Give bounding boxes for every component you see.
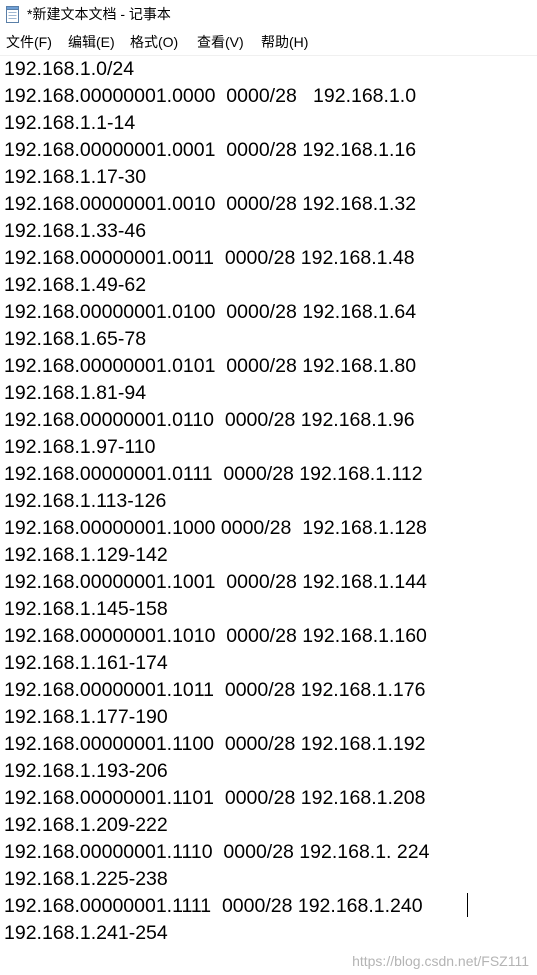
text-line: 192.168.00000001.0110 0000/28 192.168.1.… [4, 409, 415, 431]
text-line: 192.168.00000001.1100 0000/28 192.168.1.… [4, 733, 426, 755]
text-line: 192.168.00000001.1000 0000/28 192.168.1.… [4, 517, 427, 539]
title-bar: *新建文本文档 - 记事本 [0, 0, 537, 29]
text-line: 192.168.1.161-174 [4, 652, 168, 674]
menu-help[interactable]: 帮助(H) [261, 33, 308, 51]
watermark: https://blog.csdn.net/FSZ111 [352, 953, 529, 969]
text-line: 192.168.00000001.1110 0000/28 192.168.1.… [4, 841, 430, 863]
menu-bar: 文件(F) 编辑(E) 格式(O) 查看(V) 帮助(H) [0, 29, 537, 56]
text-line: 192.168.1.17-30 [4, 166, 147, 188]
menu-edit[interactable]: 编辑(E) [68, 33, 115, 51]
menu-view[interactable]: 查看(V) [197, 33, 244, 51]
text-line: 192.168.1.65-78 [4, 328, 147, 350]
window-title: *新建文本文档 - 记事本 [27, 6, 171, 22]
text-line: 192.168.1.33-46 [4, 220, 147, 242]
text-line: 192.168.1.81-94 [4, 382, 147, 404]
text-editor-area[interactable]: 192.168.1.0/24 192.168.00000001.0000 000… [0, 56, 537, 975]
text-line: 192.168.1.241-254 [4, 922, 168, 944]
text-line: 192.168.1.1-14 [4, 112, 136, 134]
text-line: 192.168.1.97-110 [4, 436, 156, 458]
text-caret [467, 893, 468, 917]
text-line: 192.168.00000001.0010 0000/28 192.168.1.… [4, 193, 417, 215]
text-line: 192.168.1.113-126 [4, 490, 167, 512]
text-line: 192.168.00000001.1011 0000/28 192.168.1.… [4, 679, 426, 701]
text-line: 192.168.1.129-142 [4, 544, 168, 566]
text-line: 192.168.00000001.1111 0000/28 192.168.1.… [4, 895, 423, 917]
text-line: 192.168.00000001.1001 0000/28 192.168.1.… [4, 571, 427, 593]
text-line: 192.168.00000001.0101 0000/28 192.168.1.… [4, 355, 417, 377]
text-line: 192.168.1.0/24 [4, 58, 135, 80]
text-line: 192.168.00000001.0001 0000/28 192.168.1.… [4, 139, 417, 161]
text-line: 192.168.1.209-222 [4, 814, 168, 836]
text-line: 192.168.1.193-206 [4, 760, 168, 782]
text-line: 192.168.1.225-238 [4, 868, 168, 890]
text-line: 192.168.00000001.0111 0000/28 192.168.1.… [4, 463, 423, 485]
menu-file[interactable]: 文件(F) [6, 33, 52, 51]
text-line: 192.168.00000001.1101 0000/28 192.168.1.… [4, 787, 426, 809]
menu-format[interactable]: 格式(O) [130, 33, 178, 51]
text-line: 192.168.1.49-62 [4, 274, 147, 296]
text-line: 192.168.1.177-190 [4, 706, 168, 728]
text-line: 192.168.1.145-158 [4, 598, 168, 620]
text-line: 192.168.00000001.0100 0000/28 192.168.1.… [4, 301, 417, 323]
notepad-icon [6, 6, 19, 23]
text-line: 192.168.00000001.0011 0000/28 192.168.1.… [4, 247, 415, 269]
text-line: 192.168.00000001.0000 0000/28 192.168.1.… [4, 85, 417, 107]
text-line: 192.168.00000001.1010 0000/28 192.168.1.… [4, 625, 427, 647]
